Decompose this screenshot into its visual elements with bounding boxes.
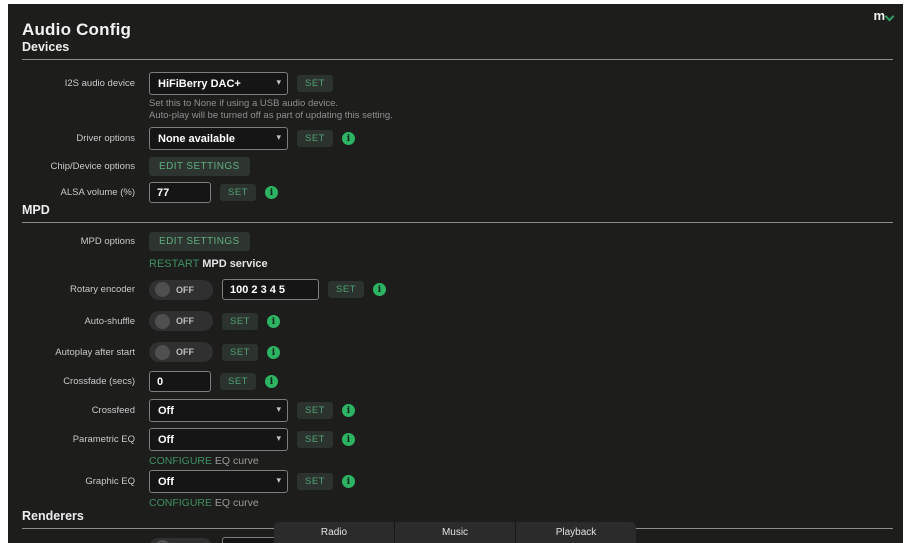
driver-options-label: Driver options — [76, 133, 135, 144]
graphic-eq-info-icon[interactable]: i — [341, 475, 355, 488]
i2s-set-button[interactable]: SET — [297, 75, 333, 92]
autoplay-set-button[interactable]: SET — [222, 343, 258, 361]
rotary-info-icon[interactable]: i — [372, 283, 386, 296]
parametric-eq-info-icon[interactable]: i — [341, 433, 355, 446]
restart-mpd-line: RESTART MPD service — [149, 258, 893, 270]
toggle-state-label: OFF — [176, 316, 194, 326]
row-driver-options: Driver options None available SET i — [22, 127, 893, 150]
page-title: Audio Config — [22, 20, 132, 39]
parametric-eq-configure-link[interactable]: CONFIGURE — [149, 455, 212, 467]
graphic-eq-configure-line: CONFIGURE EQ curve — [149, 497, 893, 509]
auto-shuffle-toggle[interactable]: OFF — [149, 311, 213, 331]
parametric-eq-select[interactable]: Off — [149, 428, 288, 451]
alsa-info-icon[interactable]: i — [264, 186, 278, 199]
toggle-state-label: OFF — [176, 347, 194, 357]
driver-info-icon[interactable]: i — [341, 132, 355, 145]
crossfade-label: Crossfade (secs) — [63, 376, 135, 387]
alsa-set-button[interactable]: SET — [220, 184, 256, 201]
crossfeed-info-icon[interactable]: i — [341, 404, 355, 417]
tab-radio[interactable]: Radio — [274, 522, 394, 543]
chip-edit-settings-button[interactable]: EDIT SETTINGS — [149, 157, 250, 176]
rotary-set-button[interactable]: SET — [328, 281, 364, 298]
chip-device-options-label: Chip/Device options — [50, 161, 136, 172]
driver-options-select[interactable]: None available — [149, 127, 288, 150]
tab-playback[interactable]: Playback — [515, 522, 636, 543]
row-autoplay-after-start: Autoplay after start OFF SET i — [22, 342, 893, 362]
autoplay-toggle[interactable]: OFF — [149, 342, 213, 362]
parametric-eq-configure-line: CONFIGURE EQ curve — [149, 455, 893, 467]
alsa-volume-label: ALSA volume (%) — [60, 187, 135, 198]
rotary-encoder-label: Rotary encoder — [70, 284, 135, 295]
row-parametric-eq: Parametric EQ Off SET i — [22, 428, 893, 451]
parametric-eq-configure-text: EQ curve — [214, 455, 259, 467]
tab-music[interactable]: Music — [394, 522, 515, 543]
auto-shuffle-set-button[interactable]: SET — [222, 312, 258, 330]
autoplay-info-icon[interactable]: i — [266, 345, 280, 359]
graphic-eq-configure-link[interactable]: CONFIGURE — [149, 497, 212, 509]
mpd-options-label: MPD options — [80, 236, 135, 247]
i2s-help-line-2: Auto-play will be turned off as part of … — [149, 109, 393, 121]
crossfeed-label: Crossfeed — [91, 405, 135, 416]
mpd-edit-settings-button[interactable]: EDIT SETTINGS — [149, 232, 250, 251]
row-alsa-volume: ALSA volume (%) SET i — [22, 182, 893, 203]
rotary-encoder-toggle[interactable]: OFF — [149, 279, 213, 300]
i2s-audio-device-select[interactable]: HiFiBerry DAC+ — [149, 72, 288, 95]
autoplay-label: Autoplay after start — [55, 346, 135, 358]
graphic-eq-set-button[interactable]: SET — [297, 473, 333, 490]
row-auto-shuffle: Auto-shuffle OFF SET i — [22, 311, 893, 331]
toggle-knob — [155, 282, 170, 297]
section-header-devices: Devices — [22, 40, 893, 60]
section-header-mpd: MPD — [22, 203, 893, 223]
toggle-knob — [155, 344, 170, 360]
audio-config-panel: m Audio Config Devices I2S audio device … — [8, 4, 903, 543]
parametric-eq-set-button[interactable]: SET — [297, 431, 333, 448]
crossfade-info-icon[interactable]: i — [264, 375, 278, 388]
crossfade-input[interactable] — [149, 371, 211, 392]
toggle-knob — [155, 313, 170, 329]
row-crossfade: Crossfade (secs) SET i — [22, 371, 893, 392]
graphic-eq-select[interactable]: Off — [149, 470, 288, 493]
chevron-down-icon — [886, 13, 893, 20]
crossfeed-set-button[interactable]: SET — [297, 402, 333, 419]
footer-tab-bar: Radio Music Playback — [274, 522, 636, 543]
crossfade-set-button[interactable]: SET — [220, 373, 256, 390]
i2s-audio-device-label: I2S audio device — [64, 78, 135, 89]
i2s-help-line-1: Set this to None if using a USB audio de… — [149, 98, 339, 109]
crossfeed-select[interactable]: Off — [149, 399, 288, 422]
toggle-state-label: OFF — [176, 284, 194, 295]
auto-shuffle-label: Auto-shuffle — [84, 315, 135, 327]
restart-mpd-text: MPD service — [202, 258, 268, 270]
row-crossfeed: Crossfeed Off SET i — [22, 399, 893, 422]
row-i2s-audio-device: I2S audio device HiFiBerry DAC+ SET — [22, 72, 893, 95]
row-graphic-eq: Graphic EQ Off SET i — [22, 470, 893, 493]
row-chip-device-options: Chip/Device options EDIT SETTINGS — [22, 157, 893, 176]
rotary-encoder-input[interactable] — [222, 279, 319, 300]
bluetooth-toggle[interactable]: OFF — [149, 537, 213, 543]
parametric-eq-label: Parametric EQ — [72, 434, 135, 445]
alsa-volume-input[interactable] — [149, 182, 211, 203]
graphic-eq-configure-text: EQ curve — [214, 497, 259, 509]
restart-mpd-link[interactable]: RESTART — [149, 258, 199, 270]
auto-shuffle-info-icon[interactable]: i — [266, 314, 280, 328]
graphic-eq-label: Graphic EQ — [85, 476, 135, 487]
row-rotary-encoder: Rotary encoder OFF SET i — [22, 279, 893, 300]
row-mpd-options: MPD options EDIT SETTINGS — [22, 232, 893, 251]
driver-set-button[interactable]: SET — [297, 130, 333, 147]
